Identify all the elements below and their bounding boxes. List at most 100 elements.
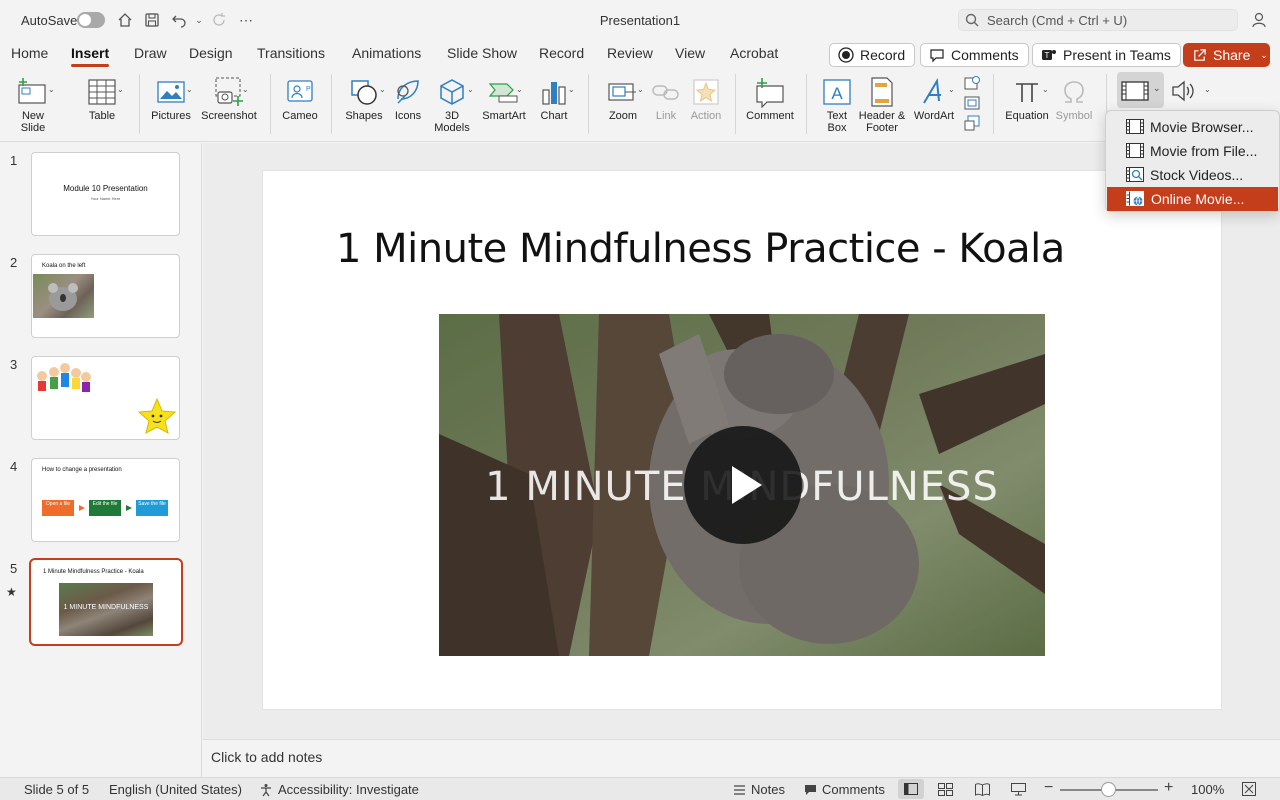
wordart-button[interactable]: WordArt [910, 74, 958, 122]
tab-insert[interactable]: Insert [71, 45, 110, 67]
screenshot-dropdown-icon[interactable]: ⌄ [242, 85, 249, 94]
3d-models-button[interactable]: 3D Models [430, 74, 474, 134]
record-button[interactable]: Record [829, 43, 916, 67]
arrow-icon [126, 505, 132, 511]
slide-thumbnail-4[interactable]: How to change a presentation Open a file… [31, 458, 180, 542]
slide-thumbnail-5[interactable]: 1 Minute Mindfulness Practice - Koala 1 … [29, 558, 183, 646]
tab-slide-show[interactable]: Slide Show [447, 45, 517, 61]
shapes-button[interactable]: Shapes [340, 74, 388, 122]
date-time-icon[interactable] [962, 73, 982, 93]
tab-view[interactable]: View [675, 45, 705, 61]
normal-view-button[interactable] [898, 779, 924, 799]
zoom-button[interactable]: Zoom [600, 74, 646, 122]
tab-acrobat[interactable]: Acrobat [730, 45, 778, 61]
screenshot-button[interactable]: Screenshot [198, 74, 260, 122]
search-box[interactable]: Search (Cmd + Ctrl + U) [958, 9, 1238, 31]
slide-number-icon[interactable] [962, 93, 982, 113]
undo-icon[interactable] [169, 10, 189, 30]
menu-item-movie-browser[interactable]: Movie Browser... [1106, 115, 1279, 139]
comments-toggle[interactable]: Comments [804, 782, 885, 797]
fit-to-window-icon[interactable] [1242, 782, 1256, 799]
tab-review[interactable]: Review [607, 45, 653, 61]
video-dropdown-icon: ⌄ [1153, 83, 1161, 93]
cameo-button[interactable]: P Cameo [279, 74, 321, 122]
table-button[interactable]: Table [80, 74, 124, 122]
video-button[interactable]: ⌄ [1117, 72, 1164, 108]
new-slide-button[interactable]: New Slide [10, 74, 56, 134]
ribbon-separator [331, 74, 332, 134]
speaker-icon [1170, 80, 1200, 107]
zoom-in-icon[interactable]: + [1164, 779, 1173, 797]
new-slide-dropdown-icon[interactable]: ⌄ [48, 85, 55, 94]
slide-thumbnail-2[interactable]: Koala on the left [31, 254, 180, 338]
menu-item-label: Movie from File... [1150, 143, 1258, 159]
comment-button[interactable]: Comment [744, 74, 796, 122]
zoom-out-icon[interactable]: − [1044, 779, 1053, 797]
wordart-dropdown-icon[interactable]: ⌄ [948, 85, 955, 94]
tab-draw[interactable]: Draw [134, 45, 167, 61]
share-icon [1192, 48, 1207, 63]
zoom-slider-knob[interactable] [1101, 782, 1116, 797]
chart-dropdown-icon[interactable]: ⌄ [568, 85, 575, 94]
equation-dropdown-icon[interactable]: ⌄ [1042, 85, 1049, 94]
home-icon[interactable] [115, 10, 135, 30]
3d-models-dropdown-icon[interactable]: ⌄ [467, 85, 474, 94]
tab-animations[interactable]: Animations [352, 45, 421, 61]
accessibility-icon [259, 783, 273, 797]
film-icon [1126, 119, 1144, 135]
pictures-button[interactable]: Pictures [148, 74, 194, 122]
slide-title[interactable]: 1 Minute Mindfulness Practice - Koala [336, 226, 1065, 272]
action-button: Action [686, 74, 726, 122]
zoom-dropdown-icon[interactable]: ⌄ [637, 85, 644, 94]
slide-thumbnail-1[interactable]: Module 10 Presentation Your Name Here [31, 152, 180, 236]
autosave-label: AutoSave [21, 13, 78, 28]
pictures-dropdown-icon[interactable]: ⌄ [186, 85, 193, 94]
tab-design[interactable]: Design [189, 45, 233, 61]
menu-item-online-movie[interactable]: Online Movie... [1107, 187, 1278, 211]
smartart-label: SmartArt [482, 110, 526, 122]
text-box-label: Text Box [826, 110, 848, 134]
notes-pane[interactable]: Click to add notes [203, 739, 1280, 777]
play-button[interactable] [684, 426, 802, 544]
audio-dropdown-icon[interactable]: ⌄ [1204, 85, 1211, 94]
thumbnail-subtitle: Your Name Here [90, 196, 121, 201]
table-dropdown-icon[interactable]: ⌄ [117, 85, 124, 94]
header-footer-label: Header & Footer [858, 110, 906, 134]
language-status[interactable]: English (United States) [109, 782, 242, 797]
menu-item-movie-from-file[interactable]: Movie from File... [1106, 139, 1279, 163]
omega-icon [1054, 74, 1094, 110]
account-icon[interactable] [1249, 10, 1269, 30]
share-button[interactable]: Share ⌄ [1183, 43, 1270, 67]
comments-button[interactable]: Comments [920, 43, 1029, 67]
notes-toggle[interactable]: Notes [733, 782, 785, 797]
smartart-dropdown-icon[interactable]: ⌄ [516, 85, 523, 94]
slide-thumbnail-3[interactable] [31, 356, 180, 440]
search-icon [965, 13, 979, 27]
more-options-icon[interactable]: ⋯ [236, 10, 256, 30]
present-in-teams-button[interactable]: T Present in Teams [1032, 43, 1181, 67]
icons-button[interactable]: Icons [390, 74, 426, 122]
video-object[interactable]: 1 MINUTE MINDFULNESS [439, 314, 1045, 656]
object-icon[interactable] [962, 113, 982, 133]
notes-placeholder: Click to add notes [211, 749, 323, 765]
tab-home[interactable]: Home [11, 45, 48, 61]
menu-item-stock-videos[interactable]: Stock Videos... [1106, 163, 1279, 187]
header-footer-button[interactable]: Header & Footer [856, 74, 908, 134]
accessibility-status[interactable]: Accessibility: Investigate [259, 782, 419, 797]
autosave-toggle[interactable] [77, 12, 105, 28]
equation-button[interactable]: Equation [1002, 74, 1052, 122]
reading-view-icon[interactable] [975, 783, 990, 799]
chart-button[interactable]: Chart [532, 74, 576, 122]
smartart-button[interactable]: SmartArt [478, 74, 530, 122]
undo-dropdown-icon[interactable]: ⌄ [189, 10, 209, 30]
slide-sorter-view-icon[interactable] [938, 783, 953, 799]
slide-show-view-icon[interactable] [1011, 783, 1026, 799]
status-bar: Slide 5 of 5 English (United States) Acc… [0, 777, 1280, 800]
save-icon[interactable] [142, 10, 162, 30]
text-box-button[interactable]: A Text Box [815, 74, 859, 134]
tab-transitions[interactable]: Transitions [257, 45, 325, 61]
shapes-dropdown-icon[interactable]: ⌄ [379, 85, 386, 94]
zoom-percentage[interactable]: 100% [1191, 782, 1224, 797]
tab-record[interactable]: Record [539, 45, 584, 61]
audio-button[interactable] [1170, 78, 1200, 107]
